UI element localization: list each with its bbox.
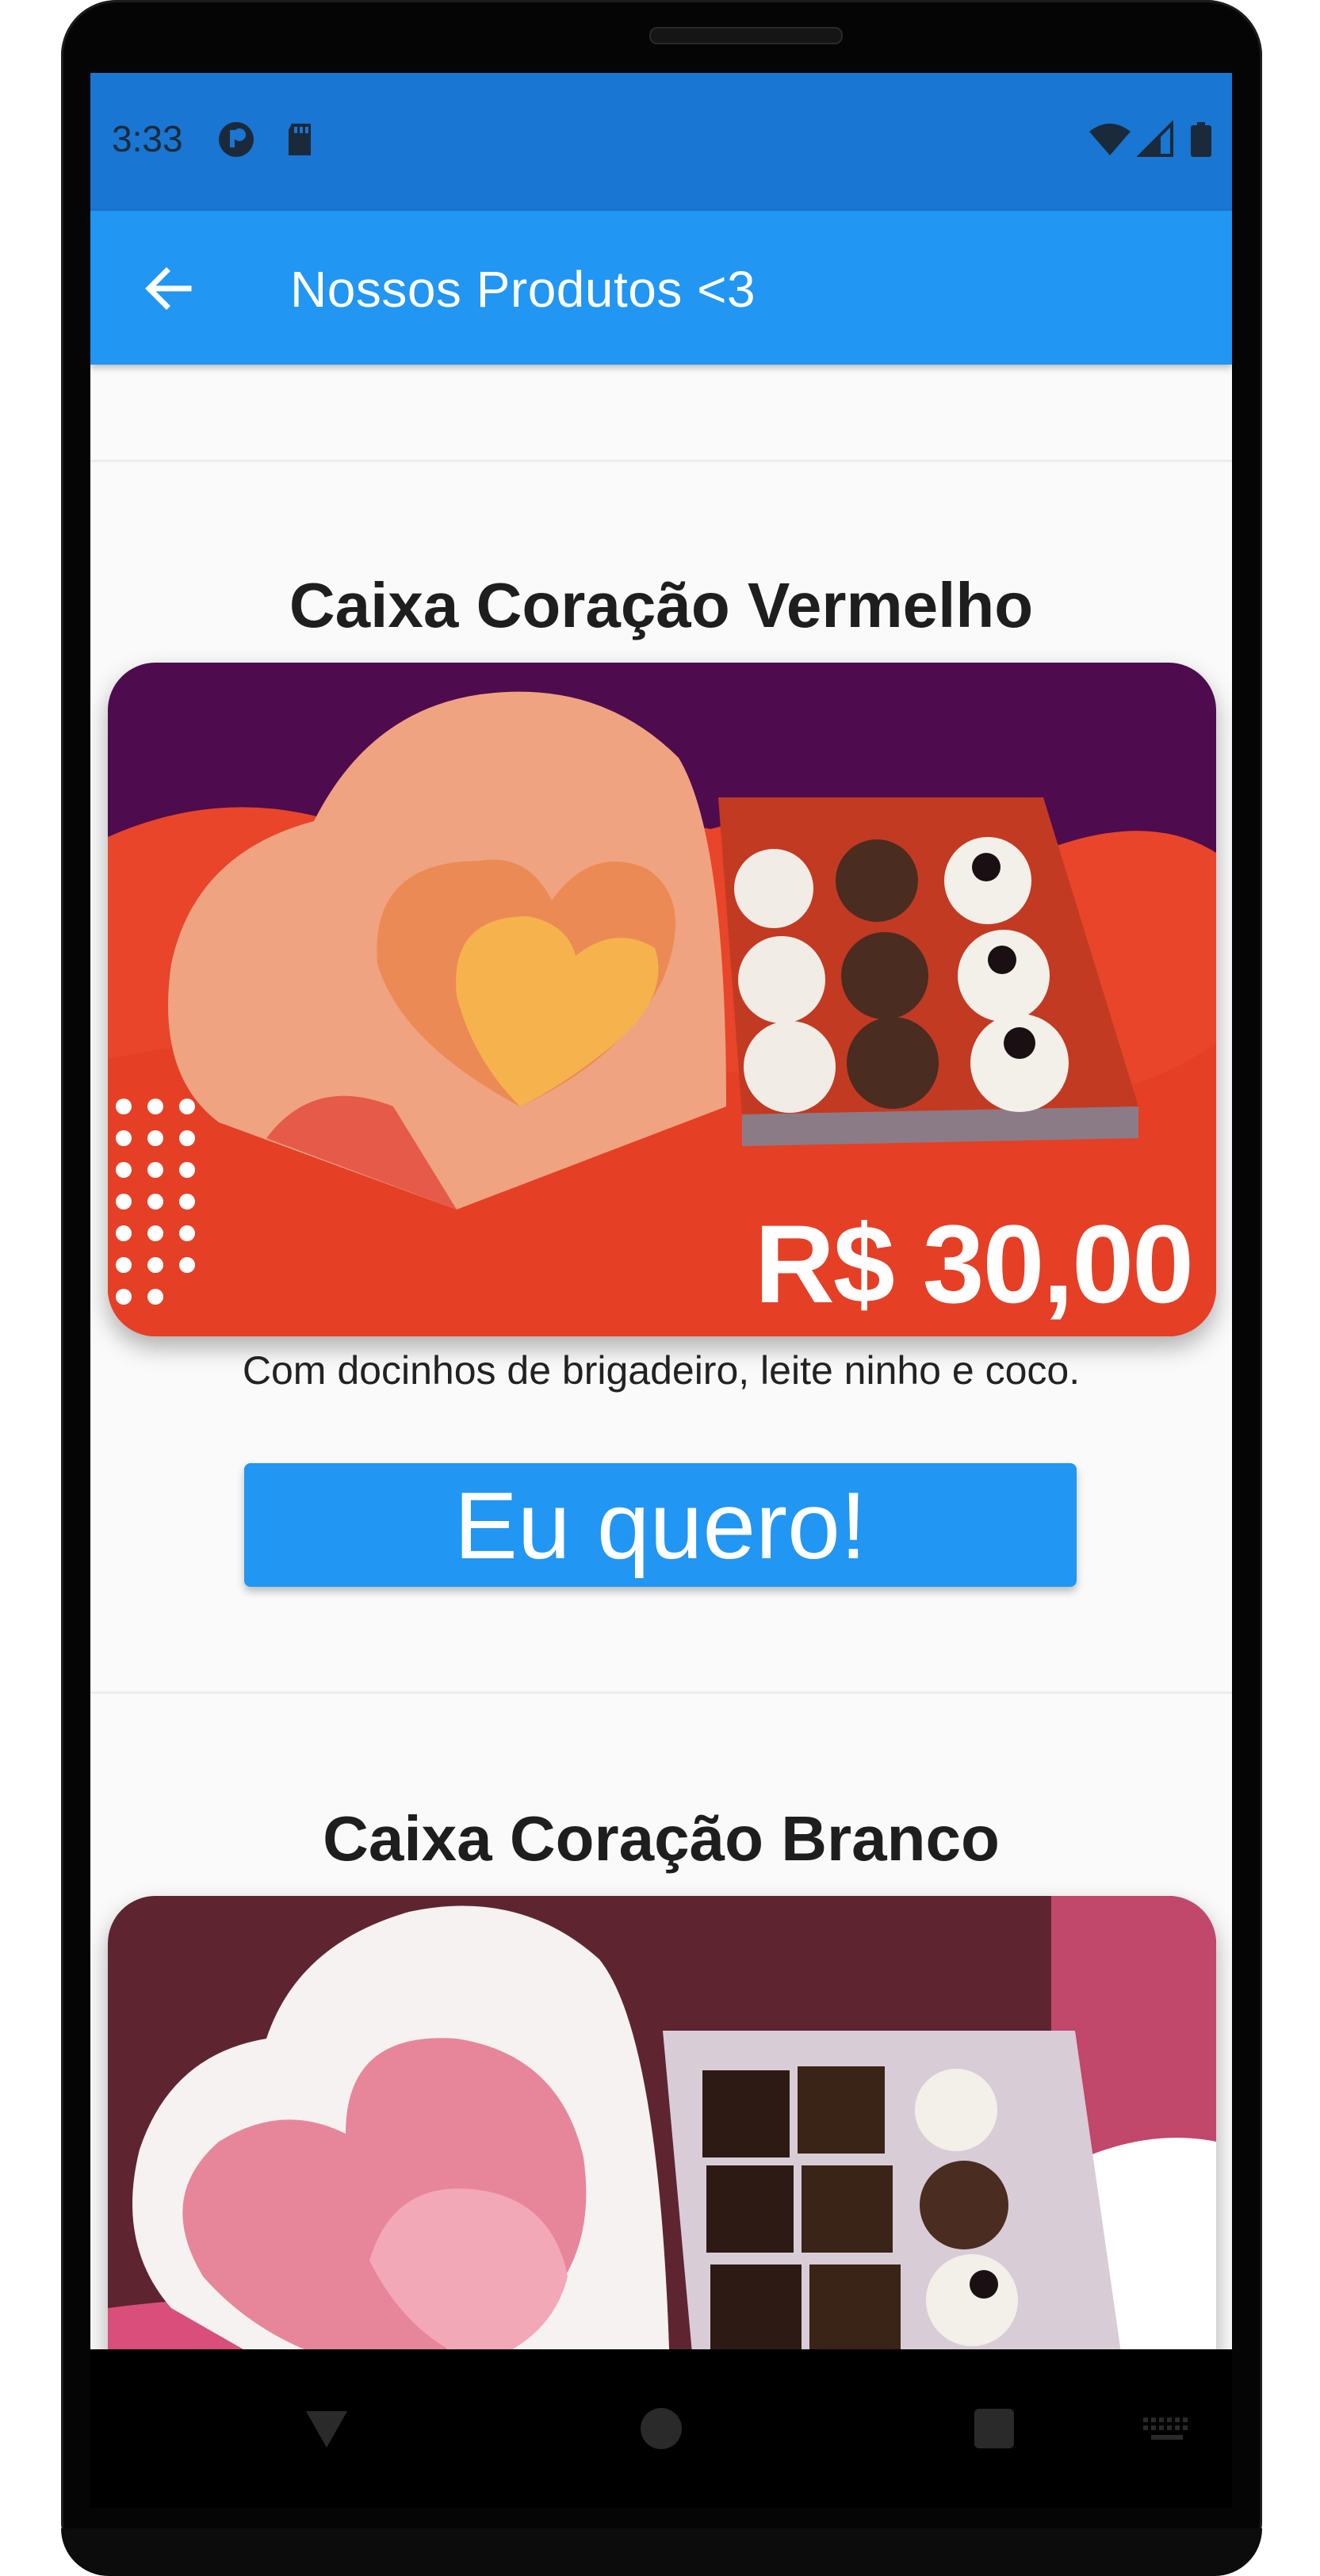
divider: [90, 460, 1232, 462]
battery-icon: [1191, 122, 1211, 157]
divider: [90, 1691, 1232, 1694]
chocolates: [734, 837, 1069, 1113]
keyboard-icon: [1143, 2417, 1188, 2440]
wifi-icon: [1089, 124, 1131, 155]
product-description: Com docinhos de brigadeiro, leite ninho …: [242, 1348, 1081, 1393]
arrow-left-icon: [145, 267, 192, 310]
white-heart-box-photo: [108, 1896, 1216, 2349]
back-button[interactable]: [130, 250, 206, 327]
nav-back-button[interactable]: [295, 2397, 358, 2460]
nav-home-button[interactable]: [629, 2397, 693, 2460]
product-list[interactable]: Caixa Coração Vermelho R$ 30,00 Com doci…: [90, 365, 1232, 2349]
buy-button[interactable]: Eu quero!: [244, 1463, 1077, 1587]
signal-icon: [1137, 120, 1173, 157]
product-image[interactable]: [108, 1896, 1216, 2349]
product-image[interactable]: R$ 30,00: [108, 663, 1216, 1336]
phone-speaker: [649, 27, 843, 44]
lens-icon: [219, 122, 254, 157]
recents-square-icon: [974, 2409, 1014, 2448]
sd-card-icon: [289, 124, 311, 155]
screen: 3:33 Nossos Produtos <3 Caixa Coração Ve…: [90, 73, 1232, 2349]
nav-recents-button[interactable]: [962, 2397, 1026, 2460]
app-bar: Nossos Produtos <3: [90, 211, 1232, 365]
status-bar: 3:33: [90, 73, 1232, 211]
nav-keyboard-button[interactable]: [1135, 2397, 1199, 2460]
sweets: [702, 2066, 1018, 2349]
home-circle-icon: [641, 2408, 682, 2449]
product-title: Caixa Coração Vermelho: [289, 570, 1034, 640]
status-time: 3:33: [112, 118, 183, 159]
navigation-bar: [90, 2349, 1232, 2508]
product-title: Caixa Coração Branco: [323, 1803, 1000, 1874]
price-label: R$ 30,00: [754, 1202, 1194, 1326]
phone-chin: [61, 2528, 1262, 2576]
back-triangle-icon: [306, 2411, 347, 2448]
page-title: Nossos Produtos <3: [290, 261, 756, 318]
